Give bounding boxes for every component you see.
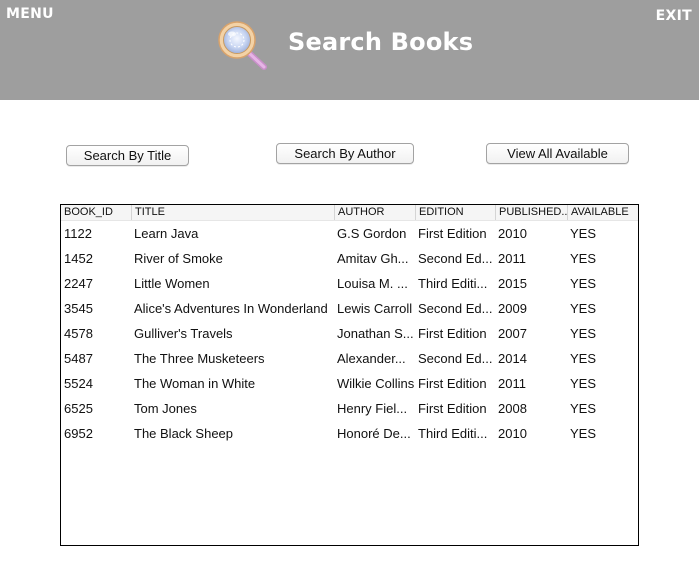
cell-author: Wilkie Collins xyxy=(337,376,415,391)
cell-edition: Third Editi... xyxy=(418,276,488,291)
view-all-available-button[interactable]: View All Available xyxy=(486,143,629,164)
cell-book-id: 6525 xyxy=(64,401,93,416)
column-header-book-id[interactable]: BOOK_ID xyxy=(61,205,131,220)
search-by-author-button[interactable]: Search By Author xyxy=(276,143,414,164)
cell-book-id: 2247 xyxy=(64,276,93,291)
cell-available: YES xyxy=(570,276,597,291)
exit-button[interactable]: EXIT xyxy=(656,8,692,24)
cell-available: YES xyxy=(570,376,597,391)
cell-author: Honoré De... xyxy=(337,426,411,441)
table-header: BOOK_ID TITLE AUTHOR EDITION PUBLISHED..… xyxy=(61,205,638,221)
cell-edition: First Edition xyxy=(418,226,487,241)
table-row[interactable]: 3545 Alice's Adventures In Wonderland Le… xyxy=(61,296,638,321)
cell-title: Learn Java xyxy=(134,226,199,241)
cell-book-id: 6952 xyxy=(64,426,93,441)
books-table[interactable]: BOOK_ID TITLE AUTHOR EDITION PUBLISHED..… xyxy=(60,204,639,546)
cell-published: 2015 xyxy=(498,276,527,291)
cell-book-id: 5487 xyxy=(64,351,93,366)
cell-available: YES xyxy=(570,301,597,316)
table-row[interactable]: 6525 Tom Jones Henry Fiel... First Editi… xyxy=(61,396,638,421)
cell-published: 2010 xyxy=(498,426,527,441)
cell-published: 2007 xyxy=(498,326,527,341)
cell-edition: First Edition xyxy=(418,326,487,341)
cell-published: 2009 xyxy=(498,301,527,316)
cell-author: Jonathan S... xyxy=(337,326,414,341)
cell-available: YES xyxy=(570,426,597,441)
cell-book-id: 1122 xyxy=(64,226,92,241)
cell-published: 2011 xyxy=(498,251,526,266)
table-row[interactable]: 6952 The Black Sheep Honoré De... Third … xyxy=(61,421,638,446)
column-header-edition[interactable]: EDITION xyxy=(415,205,495,220)
menu-button[interactable]: MENU xyxy=(6,6,54,22)
cell-author: Louisa M. ... xyxy=(337,276,408,291)
cell-available: YES xyxy=(570,351,597,366)
page-title: Search Books xyxy=(288,28,474,56)
cell-title: The Three Musketeers xyxy=(134,351,265,366)
cell-published: 2008 xyxy=(498,401,527,416)
cell-book-id: 1452 xyxy=(64,251,93,266)
table-row[interactable]: 5487 The Three Musketeers Alexander... S… xyxy=(61,346,638,371)
cell-available: YES xyxy=(570,326,597,341)
cell-available: YES xyxy=(570,226,597,241)
column-header-author[interactable]: AUTHOR xyxy=(334,205,415,220)
cell-edition: Second Ed... xyxy=(418,351,493,366)
cell-published: 2011 xyxy=(498,376,526,391)
cell-title: Gulliver's Travels xyxy=(134,326,233,341)
cell-title: Little Women xyxy=(134,276,210,291)
cell-book-id: 5524 xyxy=(64,376,93,391)
cell-published: 2014 xyxy=(498,351,527,366)
column-header-published[interactable]: PUBLISHED... xyxy=(495,205,567,220)
cell-title: River of Smoke xyxy=(134,251,223,266)
table-row[interactable]: 4578 Gulliver's Travels Jonathan S... Fi… xyxy=(61,321,638,346)
cell-title: The Woman in White xyxy=(134,376,256,391)
cell-author: Amitav Gh... xyxy=(337,251,409,266)
cell-edition: Second Ed... xyxy=(418,251,493,266)
cell-edition: First Edition xyxy=(418,376,487,391)
magnifier-icon xyxy=(218,21,267,70)
header-bar: MENU EXIT Search Books xyxy=(0,0,699,100)
cell-edition: Second Ed... xyxy=(418,301,493,316)
column-header-available[interactable]: AVAILABLE xyxy=(567,205,638,220)
table-row[interactable]: 5524 The Woman in White Wilkie Collins F… xyxy=(61,371,638,396)
cell-title: Alice's Adventures In Wonderland xyxy=(134,301,328,316)
cell-available: YES xyxy=(570,251,597,266)
table-row[interactable]: 1452 River of Smoke Amitav Gh... Second … xyxy=(61,246,638,271)
cell-author: Alexander... xyxy=(337,351,406,366)
cell-title: The Black Sheep xyxy=(134,426,234,441)
cell-book-id: 3545 xyxy=(64,301,93,316)
cell-author: G.S Gordon xyxy=(337,226,407,241)
column-header-title[interactable]: TITLE xyxy=(131,205,334,220)
cell-edition: Third Editi... xyxy=(418,426,488,441)
cell-title: Tom Jones xyxy=(134,401,197,416)
cell-published: 2010 xyxy=(498,226,527,241)
cell-author: Lewis Carroll xyxy=(337,301,413,316)
cell-edition: First Edition xyxy=(418,401,487,416)
table-row[interactable]: 1122 Learn Java G.S Gordon First Edition… xyxy=(61,221,638,246)
table-row[interactable]: 2247 Little Women Louisa M. ... Third Ed… xyxy=(61,271,638,296)
search-by-title-button[interactable]: Search By Title xyxy=(66,145,189,166)
cell-book-id: 4578 xyxy=(64,326,93,341)
cell-available: YES xyxy=(570,401,597,416)
cell-author: Henry Fiel... xyxy=(337,401,408,416)
